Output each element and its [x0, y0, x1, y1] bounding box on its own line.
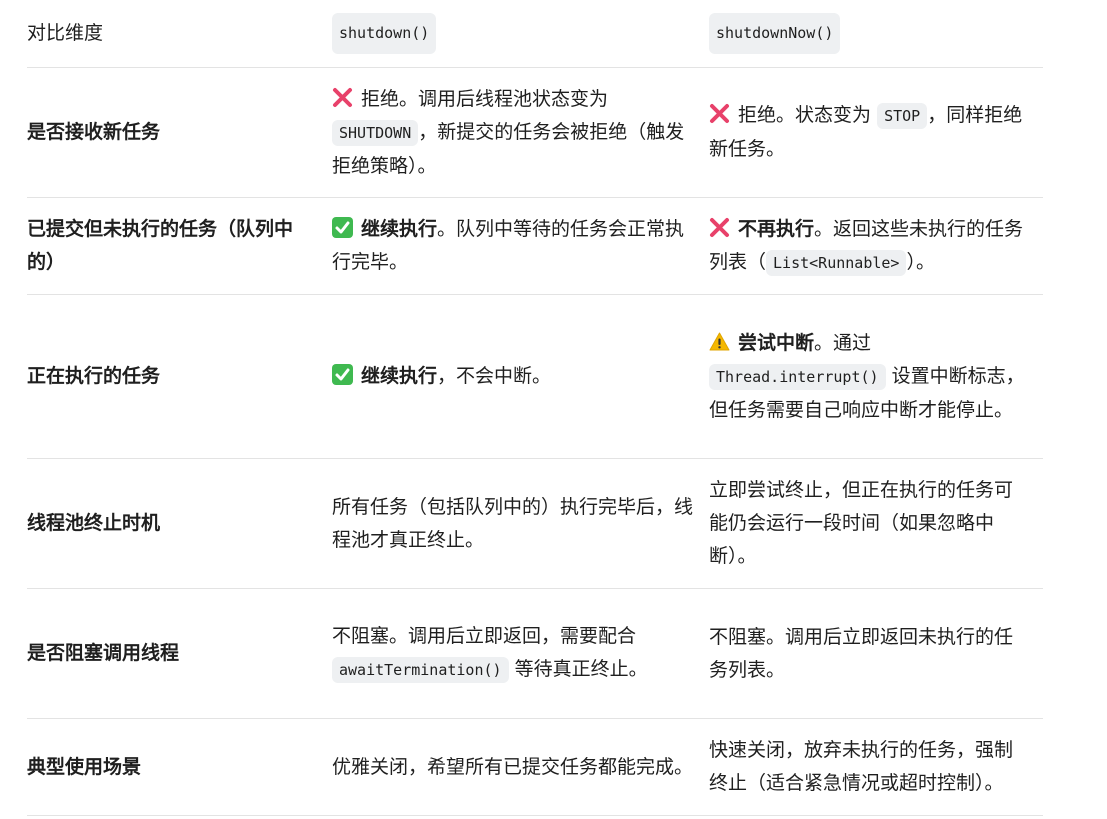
code-list-runnable: List<Runnable> — [766, 249, 907, 276]
code-stop-state: STOP — [877, 103, 928, 129]
table-row: 正在执行的任务 继续执行，不会中断。 尝试中断。通过 Thread.interru… — [27, 295, 1043, 459]
code-await-termination: awaitTermination() — [332, 657, 509, 683]
shutdown-cell: 继续执行，不会中断。 — [332, 360, 709, 393]
check-mark-icon — [332, 364, 353, 385]
table-header-row: 对比维度 shutdown() shutdownNow() — [27, 0, 1043, 68]
row-label: 正在执行的任务 — [27, 365, 161, 387]
code-shutdown: shutdown() — [332, 13, 437, 54]
table-row: 典型使用场景 优雅关闭，希望所有已提交任务都能完成。 快速关闭，放弃未执行的任务… — [27, 719, 1043, 816]
check-mark-icon — [332, 217, 353, 238]
row-label: 线程池终止时机 — [27, 512, 161, 534]
row-label: 已提交但未执行的任务（队列中的） — [27, 218, 294, 273]
cross-mark-icon — [332, 87, 353, 108]
shutdown-cell: 优雅关闭，希望所有已提交任务都能完成。 — [332, 755, 694, 778]
comparison-table: 对比维度 shutdown() shutdownNow() 是否接收新任务 拒绝… — [27, 0, 1043, 816]
cross-mark-icon — [709, 103, 730, 124]
row-label: 典型使用场景 — [27, 755, 142, 778]
shutdownnow-cell: 不阻塞。调用后立即返回未执行的任务列表。 — [709, 625, 1014, 681]
code-shutdownnow: shutdownNow() — [709, 13, 841, 54]
warning-icon — [709, 331, 730, 352]
shutdown-cell: 拒绝。调用后线程池状态变为 SHUTDOWN ，新提交的任务会被拒绝（触发拒绝策略）… — [332, 87, 685, 177]
row-label: 是否接收新任务 — [27, 121, 161, 143]
header-dimension: 对比维度 — [27, 22, 104, 44]
cross-mark-icon — [709, 217, 730, 238]
shutdownnow-cell: 立即尝试终止，但正在执行的任务可能仍会运行一段时间（如果忽略中断）。 — [709, 479, 1014, 567]
header-shutdownnow: shutdownNow() — [709, 0, 1043, 67]
shutdown-cell: 不阻塞。调用后立即返回，需要配合 awaitTermination() 等待真正终… — [332, 620, 709, 687]
shutdownnow-cell: 拒绝。状态变为 STOP ，同样拒绝新任务。 — [709, 103, 1023, 160]
row-label: 是否阻塞调用线程 — [27, 642, 180, 664]
code-thread-interrupt: Thread.interrupt() — [709, 363, 886, 390]
shutdown-cell: 所有任务（包括队列中的）执行完毕后，线程池才真正终止。 — [332, 495, 694, 551]
shutdown-cell: 继续执行。队列中等待的任务会正常执行完毕。 — [332, 217, 685, 273]
table-row: 已提交但未执行的任务（队列中的） 继续执行。队列中等待的任务会正常执行完毕。 不… — [27, 198, 1043, 295]
shutdownnow-cell: 尝试中断。通过 Thread.interrupt() 设置中断标志，但任务需要自己… — [709, 331, 1025, 421]
header-shutdown: shutdown() — [332, 0, 709, 67]
code-shutdown-state: SHUTDOWN — [332, 119, 419, 146]
table-row: 是否接收新任务 拒绝。调用后线程池状态变为 SHUTDOWN ，新提交的任务会被拒绝… — [27, 68, 1043, 198]
shutdownnow-cell: 快速关闭，放弃未执行的任务，强制终止（适合紧急情况或超时控制）。 — [709, 739, 1014, 794]
table-row: 线程池终止时机 所有任务（包括队列中的）执行完毕后，线程池才真正终止。 立即尝试… — [27, 459, 1043, 589]
table-row: 是否阻塞调用线程 不阻塞。调用后立即返回，需要配合 awaitTerminatio… — [27, 589, 1043, 719]
shutdownnow-cell: 不再执行。返回这些未执行的任务列表（ List<Runnable>）。 — [709, 213, 1043, 280]
